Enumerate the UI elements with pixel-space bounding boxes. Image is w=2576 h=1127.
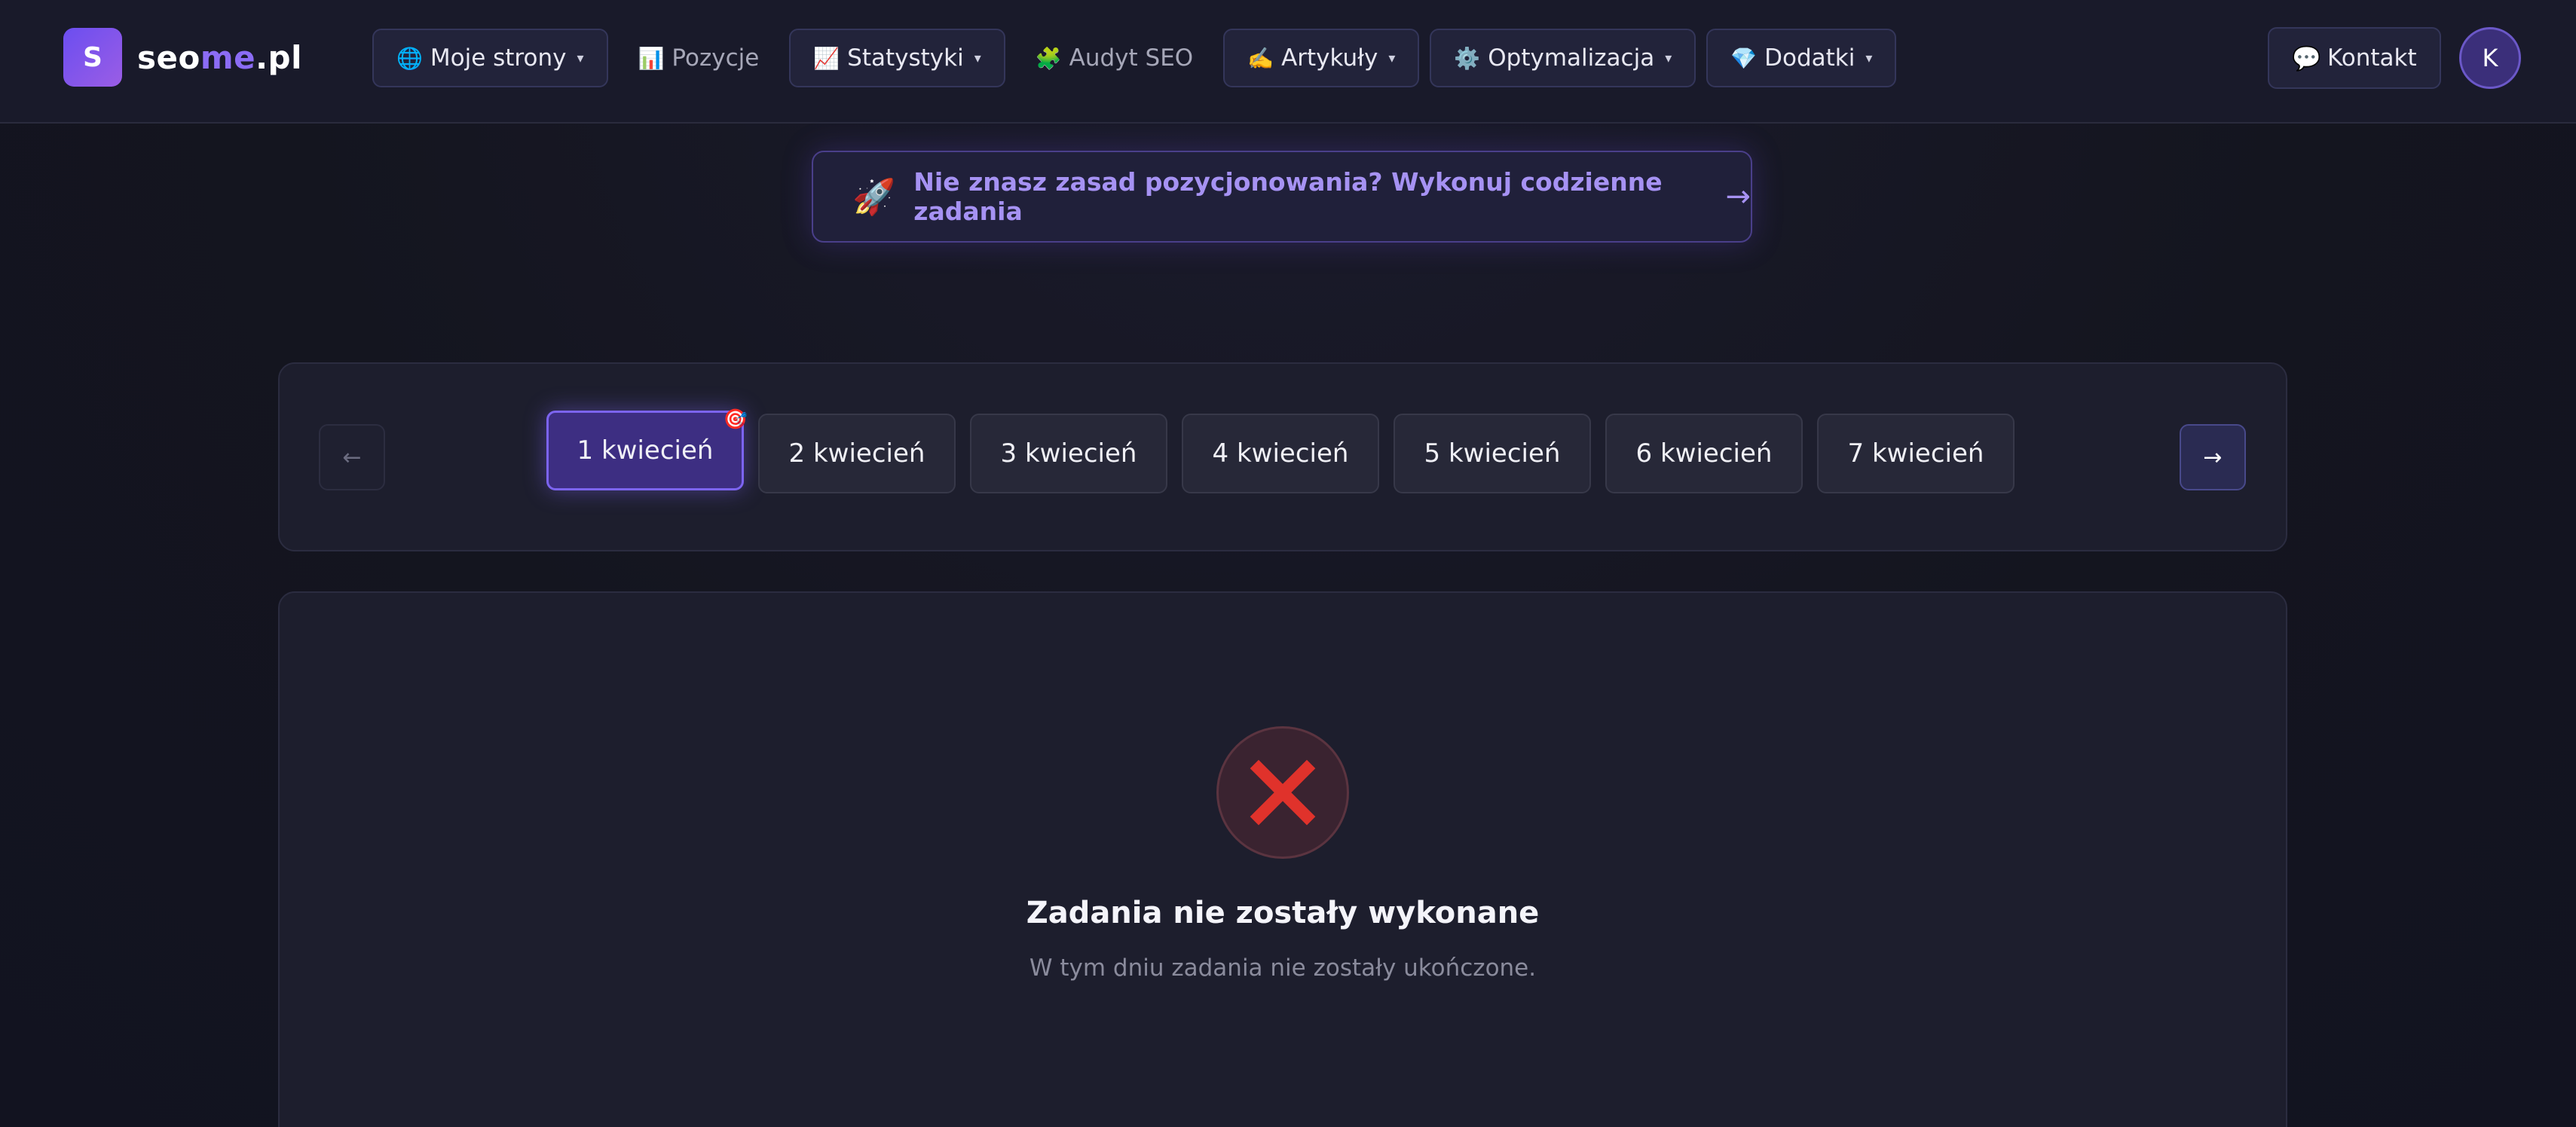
logo-text: seome.pl xyxy=(137,38,303,76)
status-description: W tym dniu zadania nie zostały ukończone… xyxy=(1029,954,1537,982)
day-tab-3[interactable]: 3 kwiecień xyxy=(970,414,1167,493)
nav-statystyki[interactable]: 📈 Statystyki ▾ xyxy=(789,29,1005,87)
day-label: 4 kwiecień xyxy=(1212,438,1349,469)
chevron-down-icon: ▾ xyxy=(577,50,584,66)
banner-text: Nie znasz zasad pozycjonowania? Wykonuj … xyxy=(913,167,1663,226)
gem-icon: 💎 xyxy=(1730,45,1758,71)
nav-label: Statystyki xyxy=(847,44,964,72)
day-label: 5 kwiecień xyxy=(1424,438,1561,469)
top-navbar: S seome.pl 🌐 Moje strony ▾ 📊 Pozycje 📈 S… xyxy=(0,0,2576,124)
day-tab-5[interactable]: 5 kwiecień xyxy=(1394,414,1591,493)
day-tab-7[interactable]: 7 kwiecień xyxy=(1817,414,2015,493)
arrow-right-icon: → xyxy=(1725,179,1751,214)
day-label: 6 kwiecień xyxy=(1635,438,1773,469)
target-icon: 🎯 xyxy=(723,408,748,431)
day-label: 3 kwiecień xyxy=(1000,438,1137,469)
nav-artykuly[interactable]: ✍️ Artykuły ▾ xyxy=(1223,29,1420,87)
writing-hand-icon: ✍️ xyxy=(1247,45,1274,71)
globe-icon: 🌐 xyxy=(396,45,423,71)
nav-pozycje[interactable]: 📊 Pozycje xyxy=(619,29,779,87)
chevron-down-icon: ▾ xyxy=(1388,50,1396,66)
day-label: 2 kwiecień xyxy=(788,438,925,469)
arrow-right-icon: → xyxy=(2203,444,2223,471)
logo-mark: S xyxy=(63,28,122,87)
nav-optymalizacja[interactable]: ⚙️ Optymalizacja ▾ xyxy=(1430,29,1696,87)
day-picker: ← 1 kwiecień 🎯 2 kwiecień 3 kwiecień 4 k… xyxy=(278,362,2287,551)
day-tab-2[interactable]: 2 kwiecień xyxy=(758,414,956,493)
x-mark-icon xyxy=(1250,759,1316,826)
nav-label: Dodatki xyxy=(1764,44,1856,72)
day-label: 7 kwiecień xyxy=(1847,438,1984,469)
main-nav: 🌐 Moje strony ▾ 📊 Pozycje 📈 Statystyki ▾… xyxy=(372,29,1897,87)
day-list: 1 kwiecień 🎯 2 kwiecień 3 kwiecień 4 kwi… xyxy=(546,408,2015,493)
nav-audyt-seo[interactable]: 🧩 Audyt SEO xyxy=(1016,29,1213,87)
nav-moje-strony[interactable]: 🌐 Moje strony ▾ xyxy=(372,29,608,87)
nav-label: Audyt SEO xyxy=(1069,44,1194,72)
brand-logo[interactable]: S seome.pl xyxy=(63,28,302,87)
trend-chart-icon: 📈 xyxy=(813,45,840,71)
task-status-card: Zadania nie zostały wykonane W tym dniu … xyxy=(278,591,2287,1127)
day-label: 1 kwiecień xyxy=(577,435,714,466)
rocket-icon: 🚀 xyxy=(852,176,896,217)
daily-tasks-banner[interactable]: 🚀 Nie znasz zasad pozycjonowania? Wykonu… xyxy=(812,151,1752,243)
arrow-left-icon: ← xyxy=(342,444,362,471)
status-title: Zadania nie zostały wykonane xyxy=(1026,896,1540,930)
puzzle-icon: 🧩 xyxy=(1035,45,1062,71)
user-avatar[interactable]: K xyxy=(2459,27,2521,89)
nav-label: Moje strony xyxy=(430,44,567,72)
gear-icon: ⚙️ xyxy=(1454,45,1481,71)
nav-label: Pozycje xyxy=(672,44,760,72)
day-tab-1[interactable]: 1 kwiecień 🎯 xyxy=(546,408,748,490)
chevron-down-icon: ▾ xyxy=(974,50,981,66)
status-icon-circle xyxy=(1216,726,1349,859)
nav-label: Artykuły xyxy=(1281,44,1378,72)
chevron-down-icon: ▾ xyxy=(1665,50,1672,66)
chevron-down-icon: ▾ xyxy=(1865,50,1873,66)
day-tab-4[interactable]: 4 kwiecień xyxy=(1182,414,1379,493)
contact-label: Kontakt xyxy=(2327,44,2417,72)
contact-button[interactable]: 💬 Kontakt xyxy=(2268,27,2441,89)
nav-label: Optymalizacja xyxy=(1488,44,1655,72)
prev-day-button[interactable]: ← xyxy=(319,424,385,490)
day-tab-6[interactable]: 6 kwiecień xyxy=(1605,414,1803,493)
bar-chart-icon: 📊 xyxy=(638,45,665,71)
next-day-button[interactable]: → xyxy=(2180,424,2246,490)
speech-bubble-icon: 💬 xyxy=(2292,44,2321,72)
nav-dodatki[interactable]: 💎 Dodatki ▾ xyxy=(1706,29,1897,87)
